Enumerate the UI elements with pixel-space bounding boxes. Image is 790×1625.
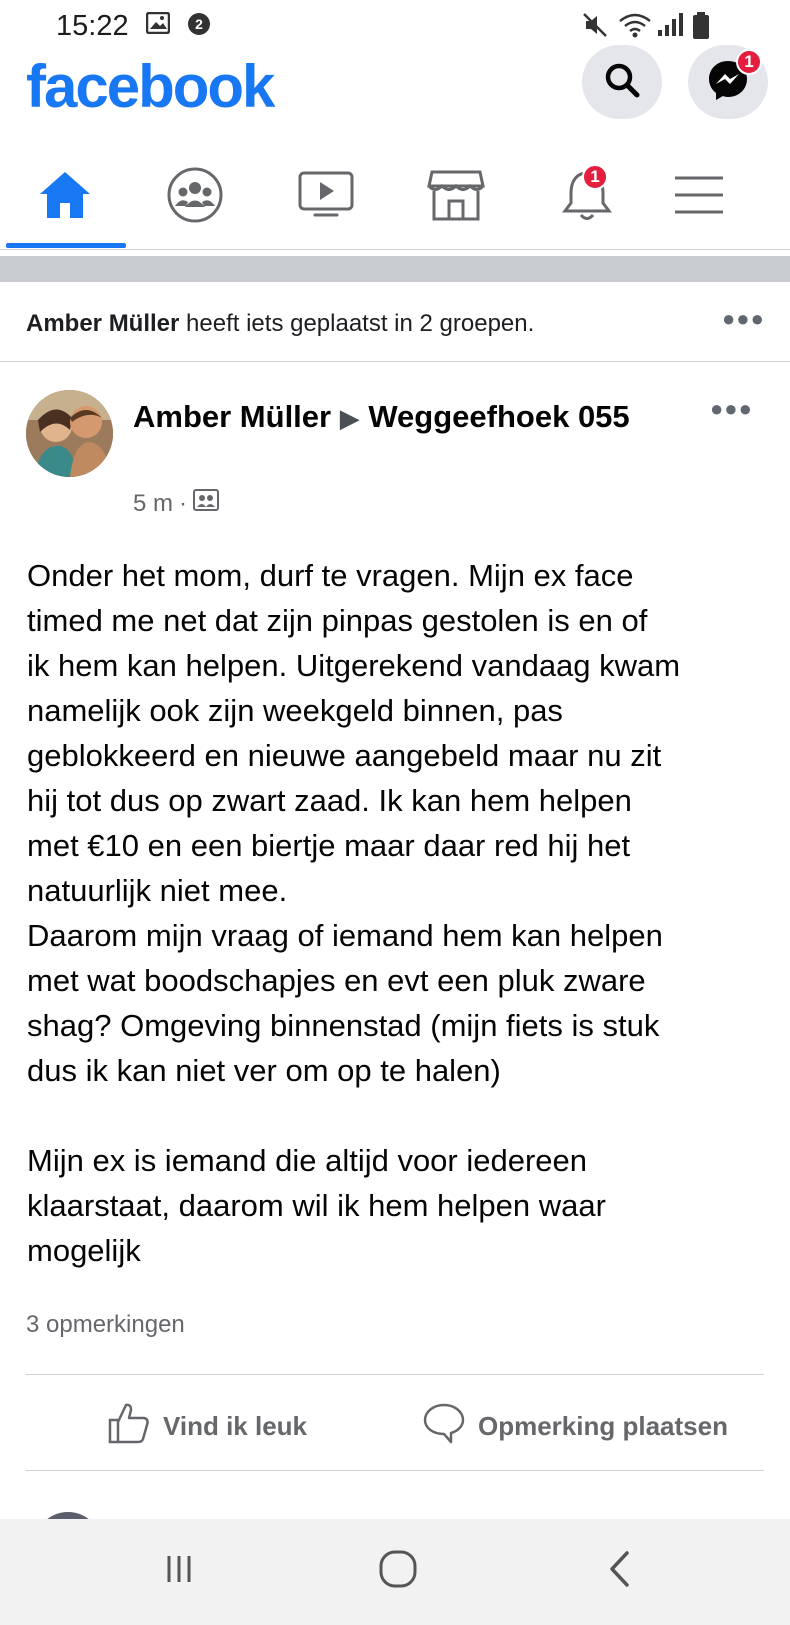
tab-marketplace[interactable] (421, 164, 491, 230)
post-more-icon[interactable]: ●●● (710, 396, 753, 422)
activity-more-icon[interactable]: ●●● (722, 306, 765, 332)
app-notification-icon: 2 (187, 12, 211, 41)
home-circle-icon (378, 1549, 418, 1594)
post-body-line: natuurlijk niet mee. (27, 873, 288, 908)
recent-apps-button[interactable] (139, 1541, 219, 1601)
feed-divider (0, 256, 790, 282)
back-icon (605, 1550, 635, 1593)
like-button[interactable]: Vind ik leuk (107, 1398, 307, 1454)
marketplace-icon (427, 168, 485, 227)
post-group[interactable]: Weggeefhoek 055 (368, 399, 629, 434)
thumbs-up-icon (107, 1401, 151, 1452)
tab-bar: 1 (0, 146, 790, 250)
facebook-logo: facebook (26, 53, 275, 120)
tab-menu[interactable] (664, 164, 734, 230)
signal-icon (656, 12, 684, 43)
post-body-line: hij tot dus op zwart zaad. Ik kan hem he… (27, 783, 632, 818)
home-icon (37, 169, 93, 226)
recent-apps-icon (163, 1553, 195, 1590)
svg-text:2: 2 (195, 16, 203, 32)
video-icon (297, 170, 355, 225)
post-body-line: namelijk ook zijn weekgeld binnen, pas (27, 693, 563, 728)
tab-notifications[interactable]: 1 (552, 164, 622, 230)
post-body-line: shag? Omgeving binnenstad (mijn fiets is… (27, 1008, 660, 1043)
mute-icon (582, 12, 608, 43)
post-body-line: klaarstaat, daarom wil ik hem helpen waa… (27, 1188, 606, 1223)
post-body-line: dus ik kan niet ver om op te halen) (27, 1053, 501, 1088)
post-body-line: met wat boodschapjes en evt een pluk zwa… (27, 963, 646, 998)
post-body-line: mogelijk (27, 1233, 141, 1268)
activity-actor[interactable]: Amber Müller (26, 310, 179, 337)
comment-icon (422, 1401, 466, 1452)
notifications-badge: 1 (582, 164, 608, 190)
groups-icon (166, 166, 224, 229)
meta-dot: · (179, 489, 188, 517)
home-nav-button[interactable] (358, 1541, 438, 1601)
search-button[interactable] (582, 45, 662, 119)
post-body: Onder het mom, durf te vragen. Mijn ex f… (27, 553, 772, 1273)
tab-watch[interactable] (291, 164, 361, 230)
post-author[interactable]: Amber Müller (133, 399, 331, 434)
status-bar: 15:22 2 (0, 0, 790, 52)
post-title: Amber Müller ▶ Weggeefhoek 055 (133, 395, 653, 440)
activity-text: Amber Müller heeft iets geplaatst in 2 g… (26, 310, 534, 338)
post-body-line: timed me net dat zijn pinpas gestolen is… (27, 603, 648, 638)
post-time[interactable]: 5 m (133, 490, 173, 518)
post-body-line: Daarom mijn vraag of iemand hem kan help… (27, 918, 663, 953)
tab-groups[interactable] (160, 164, 230, 230)
post-body-line: Onder het mom, durf te vragen. Mijn ex f… (27, 558, 634, 593)
activity-description: heeft iets geplaatst in 2 groepen. (179, 310, 535, 337)
post-separator: ▶ (339, 403, 360, 433)
active-tab-indicator (6, 243, 126, 248)
post-body-line: ik hem kan helpen. Uitgerekend vandaag k… (27, 648, 681, 683)
search-icon (602, 60, 642, 105)
messenger-button[interactable]: 1 (688, 45, 768, 119)
comment-button[interactable]: Opmerking plaatsen (422, 1398, 728, 1454)
gallery-notification-icon (145, 11, 171, 39)
comment-label: Opmerking plaatsen (478, 1410, 728, 1441)
messenger-badge: 1 (736, 49, 762, 75)
post-body-line: geblokkeerd en nieuwe aangebeld maar nu … (27, 738, 662, 773)
battery-icon (692, 12, 710, 45)
group-audience-icon (193, 488, 220, 519)
actions-bottom-divider (26, 1470, 764, 1471)
author-avatar[interactable] (26, 390, 113, 477)
post-body-line: Mijn ex is iemand die altijd voor iedere… (27, 1143, 588, 1178)
status-time: 15:22 (56, 10, 129, 42)
wifi-icon (618, 12, 652, 43)
android-navigation-bar (0, 1519, 790, 1625)
post-meta: 5 m · (133, 488, 220, 519)
hamburger-icon (672, 173, 726, 222)
back-button[interactable] (580, 1541, 660, 1601)
tab-home[interactable] (30, 164, 100, 230)
comments-count[interactable]: 3 opmerkingen (26, 1311, 185, 1339)
actions-top-divider (26, 1374, 764, 1375)
post-body-line: met €10 en een biertje maar daar red hij… (27, 828, 631, 863)
like-label: Vind ik leuk (163, 1410, 308, 1441)
post-body-blank-line (27, 1093, 772, 1138)
activity-row[interactable]: Amber Müller heeft iets geplaatst in 2 g… (0, 282, 790, 362)
